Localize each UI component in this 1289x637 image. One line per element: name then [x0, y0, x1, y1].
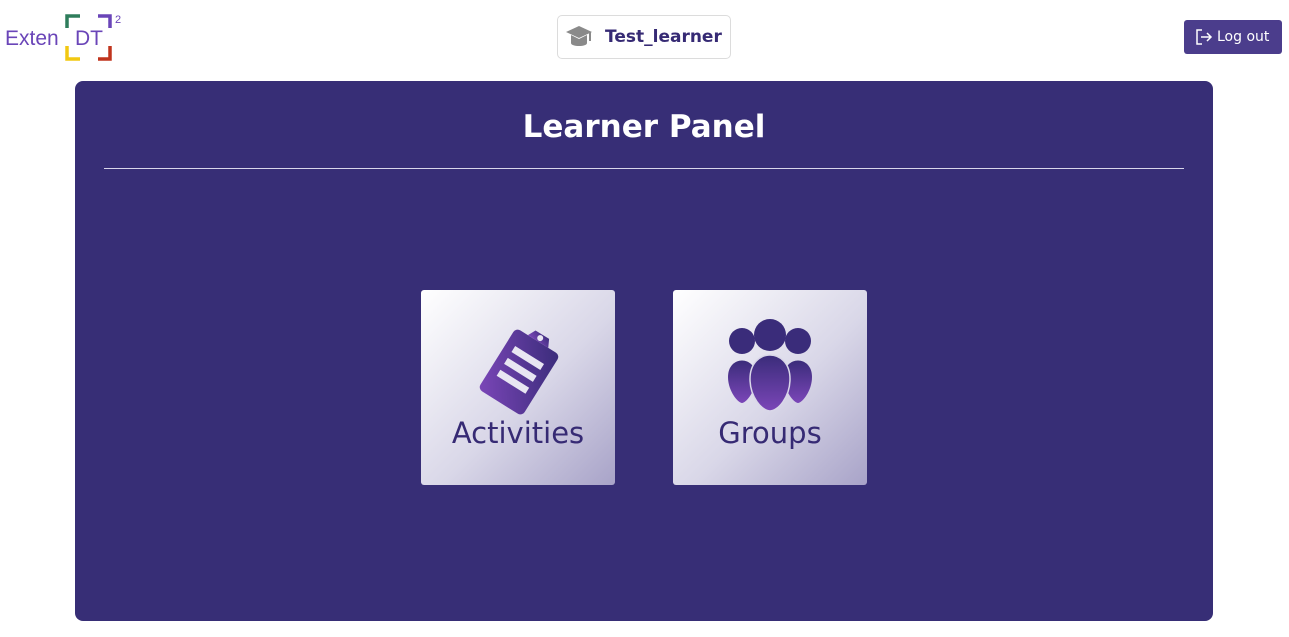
- activities-tile[interactable]: Activities: [421, 290, 615, 485]
- logo-text-dt: DT: [75, 27, 103, 50]
- groups-label: Groups: [718, 416, 822, 450]
- clipboard-icon: [479, 329, 559, 415]
- logo-text: Exten: [5, 27, 59, 50]
- learner-panel: Learner Panel Activities Groups: [75, 81, 1213, 621]
- app-logo[interactable]: Exten DT 2: [4, 14, 124, 62]
- groups-tile[interactable]: Groups: [673, 290, 867, 485]
- panel-divider: [104, 168, 1184, 169]
- group-icon: [728, 319, 812, 412]
- logo-superscript: 2: [115, 14, 122, 26]
- username: Test_learner: [605, 27, 722, 47]
- logout-icon: [1196, 29, 1213, 45]
- logout-label: Log out: [1217, 29, 1270, 45]
- graduation-cap-icon: [565, 24, 593, 56]
- panel-title: Learner Panel: [522, 109, 766, 145]
- logout-button[interactable]: Log out: [1184, 20, 1282, 54]
- activities-label: Activities: [451, 416, 585, 450]
- user-badge[interactable]: Test_learner: [557, 15, 731, 59]
